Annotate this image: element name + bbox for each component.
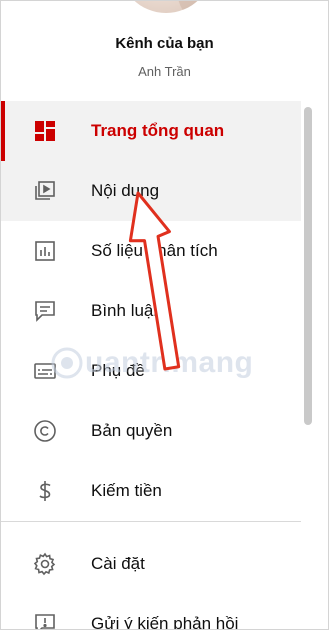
sidebar-item-label: Kiếm tiền (91, 481, 162, 500)
sidebar-item-label: Số liệu phân tích (91, 241, 218, 260)
gear-icon (33, 552, 57, 576)
channel-avatar[interactable] (119, 1, 213, 13)
sidebar-item-label: Gửi ý kiến phản hồi (91, 614, 239, 630)
sidebar-item-analytics[interactable]: Số liệu phân tích (1, 221, 301, 281)
sidebar-item-label: Trang tổng quan (91, 121, 225, 140)
sidebar-item-monetization[interactable]: Kiếm tiền (1, 461, 301, 521)
sidebar-item-label: Phụ đề (91, 361, 145, 380)
sidebar-item-comments[interactable]: Bình luận (1, 281, 301, 341)
sidebar-item-subtitles[interactable]: Phụ đề (1, 341, 301, 401)
analytics-icon (33, 239, 57, 263)
sidebar-scrollbar[interactable] (304, 107, 312, 425)
sidebar-panel: Kênh của bạn Anh Trần Trang tổng quan Nộ… (0, 0, 329, 630)
sidebar-bottom-nav: Cài đặt Gửi ý kiến phản hồi (1, 534, 301, 630)
comments-icon (33, 299, 57, 323)
dashboard-icon (33, 119, 57, 143)
sidebar-item-settings[interactable]: Cài đặt (1, 534, 301, 594)
sidebar-item-copyright[interactable]: Bản quyền (1, 401, 301, 461)
sidebar-item-content[interactable]: Nội dung (1, 161, 301, 221)
feedback-icon (33, 612, 57, 629)
sidebar-item-label: Nội dung (91, 181, 160, 200)
channel-title: Kênh của bạn (115, 35, 214, 52)
sidebar-item-label: Bình luận (91, 301, 163, 320)
sidebar-item-dashboard[interactable]: Trang tổng quan (1, 101, 301, 161)
sidebar-divider (1, 521, 301, 522)
sidebar-item-label: Bản quyền (91, 421, 173, 440)
subtitles-icon (33, 359, 57, 383)
sidebar-item-feedback[interactable]: Gửi ý kiến phản hồi (1, 594, 301, 630)
monetization-icon (33, 479, 57, 503)
copyright-icon (33, 419, 57, 443)
channel-owner-name: Anh Trần (138, 64, 191, 79)
content-icon (33, 179, 57, 203)
sidebar-nav: Trang tổng quan Nội dung Số liệu phân tí… (1, 101, 301, 521)
sidebar-item-label: Cài đặt (91, 554, 145, 573)
